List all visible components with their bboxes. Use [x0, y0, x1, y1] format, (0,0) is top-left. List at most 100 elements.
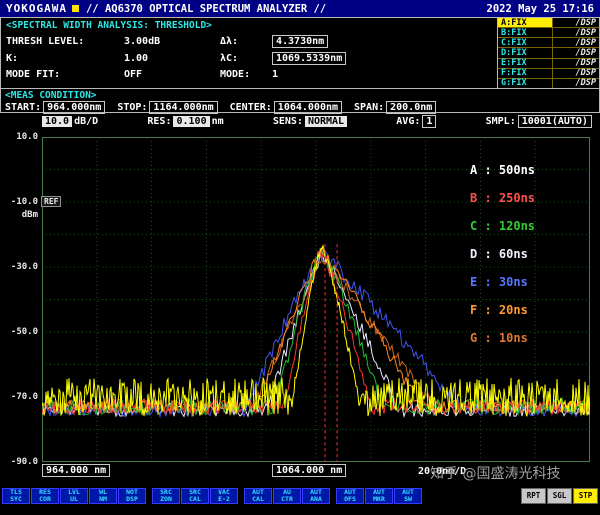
res-label: RES: [147, 116, 171, 127]
title-bar: YOKOGAWA // AQ6370 OPTICAL SPECTRUM ANAL… [0, 0, 600, 17]
thresh-level-value[interactable]: 3.00dB [124, 36, 220, 47]
y-tick: 10.0 [0, 132, 38, 142]
y-axis-unit: dBm [0, 210, 38, 220]
sens-value[interactable]: NORMAL [305, 116, 347, 127]
softkey-aut-mkr[interactable]: AUTMKR [365, 488, 393, 504]
trace-display-mode: /DSP [553, 59, 599, 68]
center-value[interactable]: 1064.000nm [274, 101, 342, 114]
trace-select-g[interactable]: G:FIX/DSP [498, 79, 599, 88]
softkey-src-zon[interactable]: SRCZON [152, 488, 180, 504]
top-panels: <SPECTRAL WIDTH ANALYSIS: THRESHOLD> THR… [0, 17, 600, 89]
watermark: 知乎 @国盛涛光科技 [430, 463, 560, 483]
softkeys-left-group: TLSSYCRESCORLVLULWLNMNOTDSP SRCZONSRCCALV… [2, 488, 422, 504]
center-label: CENTER: [230, 102, 272, 113]
y-tick: -30.0 [0, 262, 38, 272]
smpl-label: SMPL: [486, 116, 516, 127]
softkey-aut-ofs[interactable]: AUTOFS [336, 488, 364, 504]
softkey-not-dsp[interactable]: NOTDSP [118, 488, 146, 504]
trace-label: F:FIX [498, 69, 553, 78]
legend-item-a: A : 500ns [470, 163, 535, 191]
mode-label: MODE: [220, 69, 272, 80]
x-axis-start-value: 964.000 nm [42, 464, 110, 477]
delta-lambda-value: 4.3730nm [272, 35, 328, 48]
span-label: SPAN: [354, 102, 384, 113]
softkey-au-ctr[interactable]: AUCTR [273, 488, 301, 504]
settings-row: 10.0 dB/D RES: 0.100 nm SENS: NORMAL AVG… [42, 114, 592, 128]
y-tick: -90.0 [0, 457, 38, 467]
softkey-wl-nm[interactable]: WLNM [89, 488, 117, 504]
trace-select-c[interactable]: C:FIX/DSP [498, 38, 599, 48]
legend-item-b: B : 250ns [470, 191, 535, 219]
y-tick: -10.0 [0, 197, 38, 207]
trace-label: D:FIX [498, 48, 553, 57]
legend-item-e: E : 30ns [470, 275, 535, 303]
mode-fit-label: MODE FIT: [6, 69, 124, 80]
trace-select-b[interactable]: B:FIX/DSP [498, 28, 599, 38]
avg-value[interactable]: 1 [422, 115, 436, 128]
softkey-src-cal[interactable]: SRCCAL [181, 488, 209, 504]
k-value[interactable]: 1.00 [124, 53, 220, 64]
softkey-bar: TLSSYCRESCORLVLULWLNMNOTDSP SRCZONSRCCALV… [2, 488, 598, 504]
brand-name: YOKOGAWA [6, 2, 67, 15]
app-title: // AQ6370 OPTICAL SPECTRUM ANALYZER // [86, 3, 487, 15]
mode-fit-value[interactable]: OFF [124, 69, 220, 80]
trace-label: A:FIX [498, 18, 553, 27]
legend-item-g: G : 10ns [470, 331, 535, 359]
legend-item-f: F : 20ns [470, 303, 535, 331]
analysis-title: <SPECTRAL WIDTH ANALYSIS: THRESHOLD> [6, 20, 497, 31]
y-axis-labels: 10.0-10.0-30.0-50.0-70.0-90.0 [0, 130, 38, 470]
softkey-vac-e-2[interactable]: VACE-2 [210, 488, 238, 504]
trace-display-mode: /DSP [553, 28, 599, 37]
softkey-aut-ana[interactable]: AUTANA [302, 488, 330, 504]
stop-value[interactable]: 1164.000nm [149, 101, 217, 114]
smpl-value[interactable]: 10001(AUTO) [518, 115, 592, 128]
k-label: K: [6, 53, 124, 64]
softkey-aut-cal[interactable]: AUTCAL [244, 488, 272, 504]
trace-display-mode: /DSP [553, 48, 599, 57]
res-unit: nm [212, 116, 224, 127]
x-axis-center-value: 1064.000 nm [272, 464, 346, 477]
osa-screen: YOKOGAWA // AQ6370 OPTICAL SPECTRUM ANAL… [0, 0, 600, 515]
trace-panel: A:FIX/DSPB:FIX/DSPC:FIX/DSPD:FIX/DSPE:FI… [497, 17, 600, 89]
sweep-status-group: RPTSGLSTP [521, 488, 598, 504]
legend-item-c: C : 120ns [470, 219, 535, 247]
brand-dot-icon [72, 5, 79, 12]
sweep-stp[interactable]: STP [573, 488, 598, 504]
db-per-div-value[interactable]: 10.0 [42, 116, 72, 127]
ref-badge: REF [41, 196, 61, 207]
plot-area: 10.0-10.0-30.0-50.0-70.0-90.0 dBm REF A … [0, 130, 600, 480]
softkey-lvl-ul[interactable]: LVLUL [60, 488, 88, 504]
lambda-c-value: 1069.5339nm [272, 52, 346, 65]
lambda-c-label: λC: [220, 53, 272, 64]
trace-select-d[interactable]: D:FIX/DSP [498, 48, 599, 58]
span-value[interactable]: 200.0nm [386, 101, 436, 114]
trace-select-a[interactable]: A:FIX/DSP [498, 18, 599, 28]
y-tick: -70.0 [0, 392, 38, 402]
clock: 2022 May 25 17:16 [487, 3, 594, 15]
sweep-rpt[interactable]: RPT [521, 488, 546, 504]
res-value[interactable]: 0.100 [173, 116, 209, 127]
db-per-div-unit: dB/D [74, 116, 98, 127]
trace-select-f[interactable]: F:FIX/DSP [498, 69, 599, 79]
softkey-res-cor[interactable]: RESCOR [31, 488, 59, 504]
start-value[interactable]: 964.000nm [43, 101, 105, 114]
softkey-tls-syc[interactable]: TLSSYC [2, 488, 30, 504]
trace-label: B:FIX [498, 28, 553, 37]
softkey-aut-sw[interactable]: AUTSW [394, 488, 422, 504]
trace-select-e[interactable]: E:FIX/DSP [498, 59, 599, 69]
mode-value[interactable]: 1 [272, 69, 497, 80]
trace-label: G:FIX [498, 79, 553, 88]
trace-label: C:FIX [498, 38, 553, 47]
start-label: START: [5, 102, 41, 113]
trace-display-mode: /DSP [553, 79, 599, 88]
stop-label: STOP: [117, 102, 147, 113]
sweep-sgl[interactable]: SGL [547, 488, 572, 504]
trace-display-mode: /DSP [553, 69, 599, 78]
analysis-row-1: THRESH LEVEL: 3.00dB Δλ: 4.3730nm [6, 35, 497, 48]
analysis-panel: <SPECTRAL WIDTH ANALYSIS: THRESHOLD> THR… [0, 17, 497, 89]
trace-legend: A : 500nsB : 250nsC : 120nsD : 60nsE : 3… [470, 163, 535, 359]
sens-label: SENS: [273, 116, 303, 127]
avg-label: AVG: [396, 116, 420, 127]
meas-condition-row: START:964.000nm STOP:1164.000nm CENTER:1… [5, 101, 595, 114]
delta-lambda-label: Δλ: [220, 36, 272, 47]
